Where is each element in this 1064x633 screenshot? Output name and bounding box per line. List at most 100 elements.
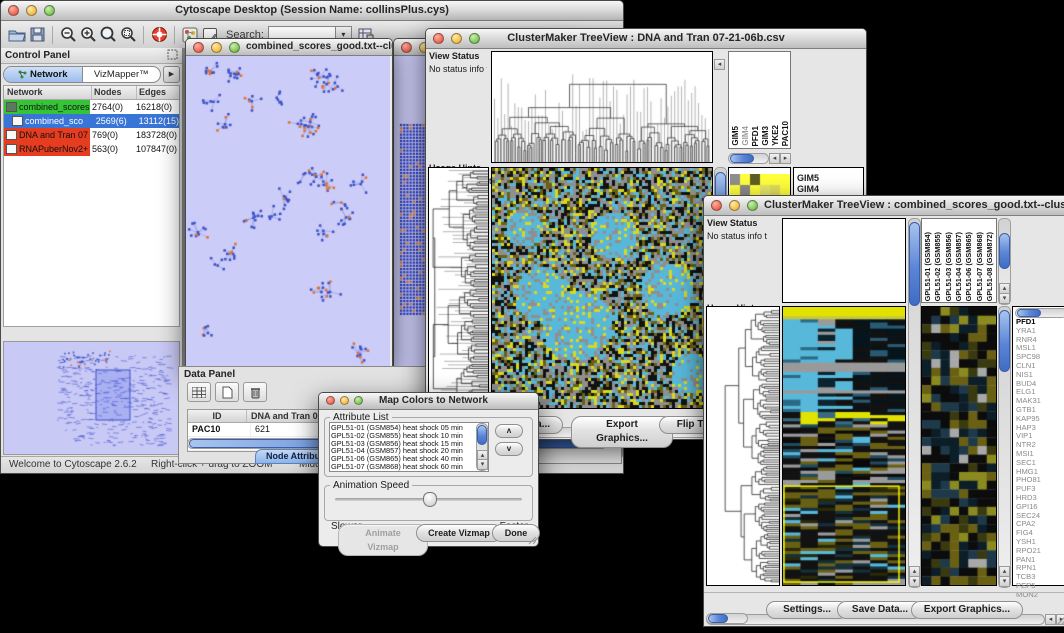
tv2-heatmap[interactable] bbox=[783, 307, 905, 585]
tv1-labels-hscrollbar[interactable]: ◂▸ bbox=[728, 153, 791, 163]
tv2-column-label[interactable]: GPL51-01 (GSM854) bbox=[923, 232, 932, 301]
tv2-row-dendrogram[interactable] bbox=[707, 307, 779, 585]
new-attribute-icon[interactable] bbox=[215, 382, 239, 402]
export-graphics-button[interactable]: Export Graphics... bbox=[911, 601, 1023, 619]
tv2-column-label[interactable]: GPL51-08 (GSM872) bbox=[985, 232, 994, 301]
minimize-icon[interactable] bbox=[340, 396, 349, 405]
tv2-column-label[interactable]: GPL51-07 (GSM868) bbox=[975, 232, 984, 301]
scroll-down-icon[interactable]: ▾ bbox=[999, 293, 1010, 304]
network-row[interactable]: RNAPuberNov2+563(0)107847(0) bbox=[4, 142, 179, 156]
scroll-down-icon[interactable]: ▾ bbox=[909, 576, 920, 587]
tv2-zoom-heatmap-box[interactable] bbox=[921, 306, 997, 586]
data-col-id[interactable]: ID bbox=[188, 410, 247, 422]
network-overview-panel[interactable] bbox=[3, 341, 180, 455]
attribute-list-item[interactable]: GPL51-07 (GSM868) heat shock 60 min bbox=[331, 463, 477, 471]
tv2-zoom-heatmap[interactable] bbox=[922, 307, 996, 585]
network-window-title-bar[interactable]: combined_scores_good.txt--cluste... bbox=[186, 39, 392, 56]
tv2-heatmap-box[interactable] bbox=[782, 306, 906, 586]
main-title-bar[interactable]: Cytoscape Desktop (Session Name: collins… bbox=[1, 1, 623, 21]
close-icon[interactable] bbox=[8, 5, 19, 16]
tv1-corner-arrows[interactable]: ◂ bbox=[714, 53, 725, 71]
tv2-vscrollbar[interactable]: ▴ ▾ bbox=[908, 218, 921, 588]
zoom-window-icon[interactable] bbox=[469, 33, 480, 44]
tv2-zoom-vscrollbar[interactable]: ▴ ▾ bbox=[998, 306, 1011, 588]
help-lifering-icon[interactable] bbox=[149, 25, 169, 45]
zoom-window-icon[interactable] bbox=[229, 42, 240, 53]
attribute-listbox[interactable]: GPL51-01 (GSM854) heat shock 05 minGPL51… bbox=[329, 422, 489, 472]
zoom-in-icon[interactable] bbox=[78, 25, 98, 45]
tv1-column-dendrogram-box[interactable] bbox=[491, 51, 713, 163]
tv1-row-label[interactable]: GIM5 bbox=[794, 173, 863, 184]
vscroll-thumb[interactable] bbox=[909, 222, 920, 306]
close-icon[interactable] bbox=[433, 33, 444, 44]
export-graphics-button[interactable]: Export Graphics... bbox=[571, 416, 673, 448]
minimize-icon[interactable] bbox=[211, 42, 222, 53]
tv1-heatmap[interactable] bbox=[492, 168, 712, 408]
tab-network[interactable]: Network bbox=[4, 67, 83, 82]
treeview1-title-bar[interactable]: ClusterMaker TreeView : DNA and Tran 07-… bbox=[426, 29, 866, 49]
tv1-column-dendrogram[interactable] bbox=[492, 52, 712, 162]
tv1-row-label[interactable]: GIM4 bbox=[794, 184, 863, 195]
save-icon[interactable] bbox=[27, 25, 47, 45]
zoom-fit-icon[interactable] bbox=[98, 25, 118, 45]
scroll-right-icon[interactable]: ▸ bbox=[780, 153, 791, 164]
network-row[interactable]: combined_scores2764(0)16218(0) bbox=[4, 100, 179, 114]
delete-attribute-icon[interactable] bbox=[243, 382, 267, 402]
tv2-column-label[interactable]: GPL51-03 (GSM856) bbox=[944, 232, 953, 301]
tv1-column-label[interactable]: GIM5 bbox=[731, 126, 740, 146]
close-icon[interactable] bbox=[193, 42, 204, 53]
tv2-column-label[interactable]: GPL51-02 (GSM855) bbox=[933, 232, 942, 301]
tv1-row-dendrogram-box[interactable] bbox=[428, 167, 489, 409]
zoom-selected-icon[interactable] bbox=[118, 25, 138, 45]
tv2-column-dendrogram-box[interactable] bbox=[782, 218, 906, 303]
scroll-left-icon[interactable]: ◂ bbox=[769, 153, 780, 164]
resize-grip[interactable] bbox=[1056, 613, 1064, 625]
minimize-icon[interactable] bbox=[729, 200, 740, 211]
network-row[interactable]: DNA and Tran 07769(0)183728(0) bbox=[4, 128, 179, 142]
create-vizmap-button[interactable]: Create Vizmap bbox=[416, 524, 502, 542]
tv2-row-dendrogram-box[interactable] bbox=[706, 306, 780, 586]
resize-grip[interactable] bbox=[527, 535, 537, 545]
overview-canvas[interactable] bbox=[4, 342, 179, 452]
tv1-column-label[interactable]: PFD1 bbox=[751, 126, 760, 146]
zoom-window-icon[interactable] bbox=[747, 200, 758, 211]
network-view-window[interactable]: combined_scores_good.txt--cluste... bbox=[185, 38, 393, 368]
settings-button[interactable]: Settings... bbox=[766, 601, 848, 619]
float-panel-icon[interactable] bbox=[167, 47, 178, 65]
close-icon[interactable] bbox=[326, 396, 335, 405]
move-down-button[interactable]: v bbox=[495, 442, 523, 456]
tv2-column-label[interactable]: GPL51-06 (GSM865) bbox=[964, 232, 973, 301]
treeview2-window[interactable]: ClusterMaker TreeView : combined_scores_… bbox=[703, 195, 1064, 627]
tab-vizmapper[interactable]: VizMapper™ bbox=[83, 67, 161, 82]
move-up-button[interactable]: ʌ bbox=[495, 424, 523, 438]
attrlist-vscrollbar[interactable]: ▴ ▾ bbox=[476, 423, 488, 471]
close-icon[interactable] bbox=[711, 200, 722, 211]
treeview2-title-bar[interactable]: ClusterMaker TreeView : combined_scores_… bbox=[704, 196, 1064, 216]
dialog-title-bar[interactable]: Map Colors to Network bbox=[319, 393, 538, 410]
scroll-down-icon[interactable]: ▾ bbox=[477, 459, 488, 470]
tv1-column-label[interactable]: PAC10 bbox=[781, 121, 790, 146]
map-colors-dialog[interactable]: Map Colors to Network Attribute List GPL… bbox=[318, 392, 539, 547]
tv1-column-label[interactable]: YKE2 bbox=[771, 125, 780, 146]
col-nodes[interactable]: Nodes bbox=[92, 86, 137, 99]
tv2-column-label[interactable]: GPL51-04 (GSM857) bbox=[954, 232, 963, 301]
scroll-down-icon[interactable]: ▾ bbox=[999, 576, 1010, 587]
tv1-column-label[interactable]: GIM4 bbox=[741, 126, 750, 146]
attribute-grid-icon[interactable] bbox=[187, 382, 211, 402]
zoom-out-icon[interactable] bbox=[58, 25, 78, 45]
col-network[interactable]: Network bbox=[4, 86, 92, 99]
open-folder-icon[interactable] bbox=[7, 25, 27, 45]
close-icon[interactable] bbox=[401, 42, 412, 53]
tv1-heatmap-box[interactable] bbox=[491, 167, 713, 409]
zoom-window-icon[interactable] bbox=[44, 5, 55, 16]
tab-overflow-button[interactable]: ▶ bbox=[163, 66, 180, 83]
col-edges[interactable]: Edges bbox=[137, 86, 179, 99]
tv2-labels-vscrollbar[interactable]: ▴ ▾ bbox=[998, 218, 1011, 305]
vscroll-thumb[interactable] bbox=[999, 233, 1010, 269]
tv2-genes-hscrollbar[interactable] bbox=[1015, 308, 1064, 318]
minimize-icon[interactable] bbox=[451, 33, 462, 44]
speed-slider-thumb[interactable] bbox=[423, 492, 437, 507]
tv1-column-label[interactable]: GIM3 bbox=[761, 126, 770, 146]
tv1-row-dendrogram[interactable] bbox=[429, 168, 488, 408]
network-row[interactable]: combined_sco2569(6)13112(15) bbox=[4, 114, 179, 128]
